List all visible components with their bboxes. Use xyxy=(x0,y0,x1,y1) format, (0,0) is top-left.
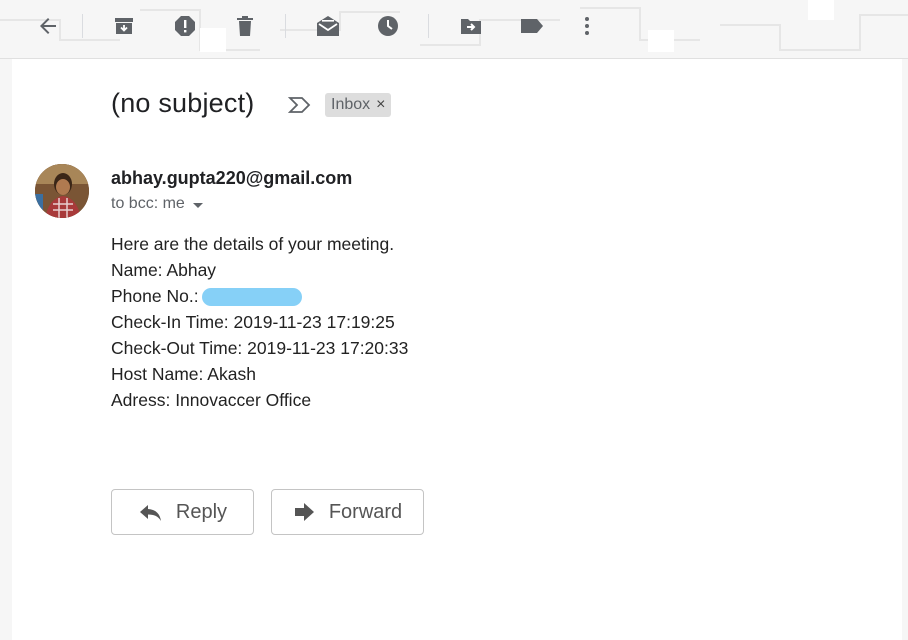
right-background-strip xyxy=(902,60,908,640)
mark-unread-icon xyxy=(317,16,339,36)
toolbar xyxy=(0,0,908,59)
message-view: (no subject) Inbox × abhay.gupta220@gmai… xyxy=(12,59,902,640)
label-icon xyxy=(521,19,543,33)
reply-button[interactable]: Reply xyxy=(111,489,254,535)
forward-button[interactable]: Forward xyxy=(271,489,424,535)
email-subject: (no subject) xyxy=(111,88,255,118)
report-spam-icon xyxy=(175,16,195,36)
toolbar-separator xyxy=(82,14,83,38)
recipients-text: to bcc: me xyxy=(111,195,185,212)
body-line: Here are the details of your meeting. xyxy=(111,234,395,254)
body-line: Name: Abhay xyxy=(111,260,217,280)
forward-label: Forward xyxy=(328,500,403,523)
delete-button[interactable] xyxy=(231,12,259,40)
toolbar-separator xyxy=(285,14,286,38)
label-button[interactable] xyxy=(518,12,546,40)
importance-marker-icon[interactable] xyxy=(287,95,312,120)
body-line-phone: Phone No.: xyxy=(111,283,408,309)
delete-icon xyxy=(237,16,253,36)
forward-icon xyxy=(294,503,314,521)
body-line: Adress: Innovaccer Office xyxy=(111,390,312,410)
body-line: Host Name: Akash xyxy=(111,364,256,384)
remove-label-icon[interactable]: × xyxy=(376,96,385,114)
phone-label: Phone No.: xyxy=(111,286,199,306)
reply-label: Reply xyxy=(175,500,228,523)
body-line: Check-In Time: 2019-11-23 17:19:25 xyxy=(111,312,395,332)
move-to-icon xyxy=(461,19,481,34)
recipients-line: to bcc: me xyxy=(111,195,203,213)
snooze-icon xyxy=(378,16,398,36)
move-to-button[interactable] xyxy=(457,12,485,40)
archive-icon xyxy=(115,18,133,34)
more-options-button[interactable] xyxy=(573,12,601,40)
more-vert-icon xyxy=(585,17,589,35)
show-details-caret-icon[interactable] xyxy=(192,202,203,208)
toolbar-separator xyxy=(428,14,429,38)
snooze-button[interactable] xyxy=(374,12,402,40)
back-button[interactable] xyxy=(34,12,62,40)
report-spam-button[interactable] xyxy=(171,12,199,40)
archive-button[interactable] xyxy=(110,12,138,40)
left-background-strip xyxy=(0,60,12,640)
label-chip-text: Inbox xyxy=(331,96,371,113)
email-body: Here are the details of your meeting. Na… xyxy=(111,231,408,413)
body-line: Check-Out Time: 2019-11-23 17:20:33 xyxy=(111,338,409,358)
inbox-label-chip[interactable]: Inbox × xyxy=(325,93,392,117)
reply-icon xyxy=(139,505,161,521)
avatar[interactable] xyxy=(35,164,89,218)
arrow-back-icon xyxy=(40,18,56,34)
mark-unread-button[interactable] xyxy=(314,12,342,40)
redacted-phone-number xyxy=(201,288,302,307)
sender-address[interactable]: abhay.gupta220@gmail.com xyxy=(111,168,352,189)
